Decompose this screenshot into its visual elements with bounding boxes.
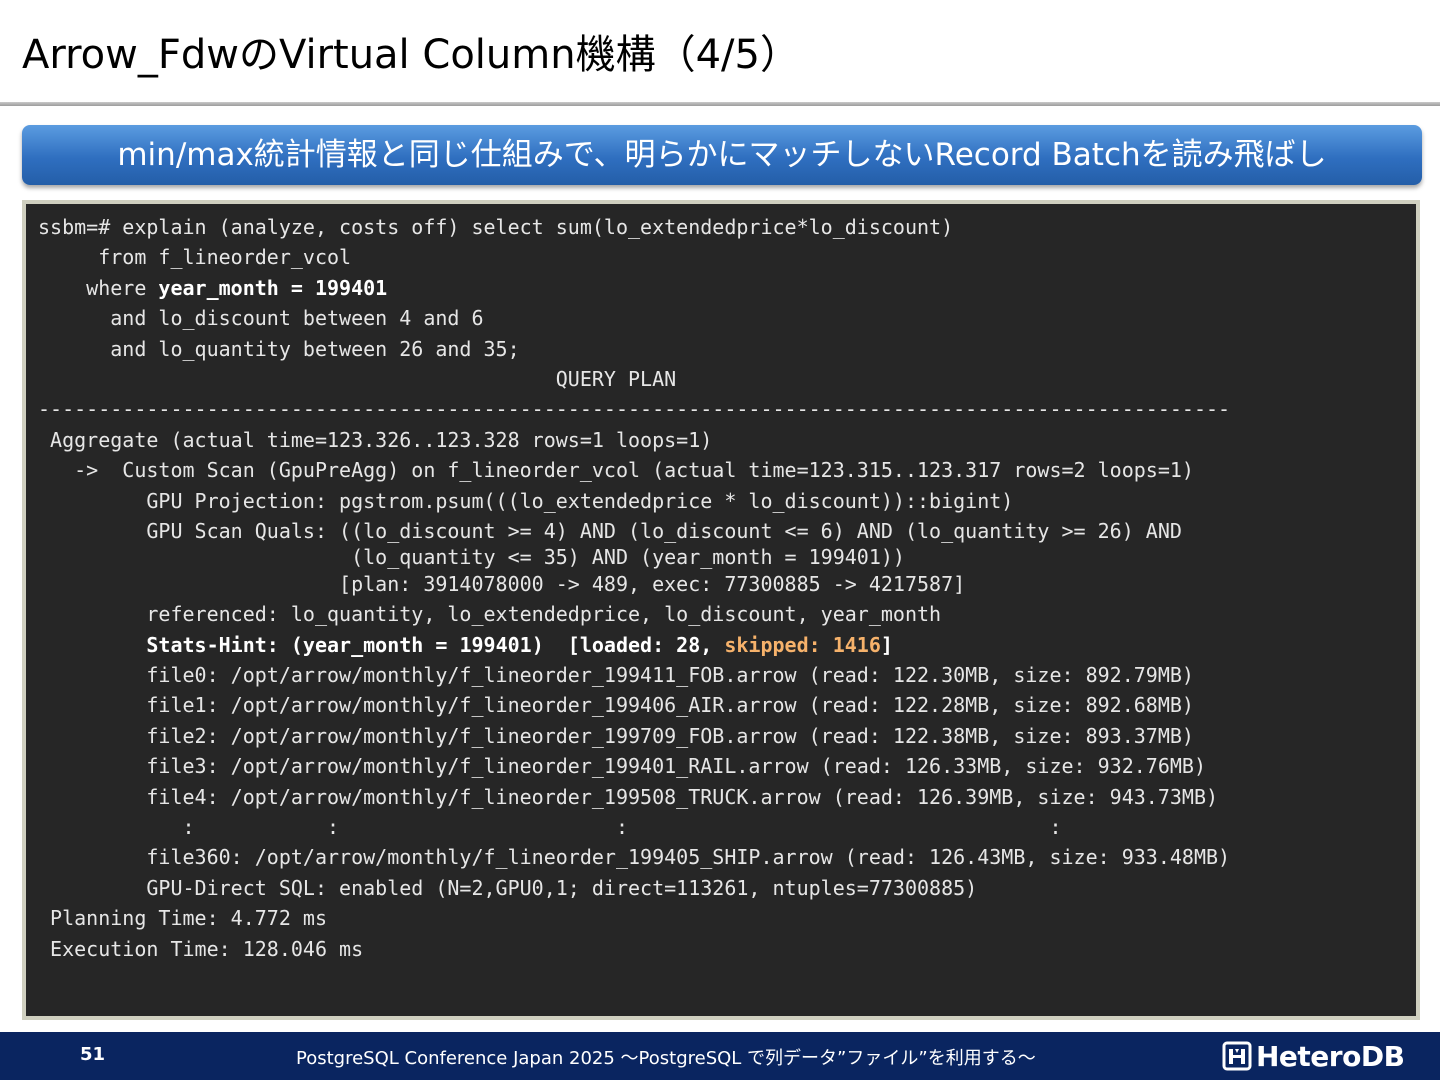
- terminal-line: file1: /opt/arrow/monthly/f_lineorder_19…: [38, 693, 1194, 718]
- terminal-line: [plan: 3914078000 -> 489, exec: 77300885…: [38, 571, 966, 596]
- terminal-line: Stats-Hint: (year_month = 199401) [loade…: [38, 630, 1230, 660]
- stats-hint-indent: [38, 633, 146, 657]
- subtitle-banner: min/max統計情報と同じ仕組みで、明らかにマッチしないRecord Batc…: [22, 125, 1422, 185]
- stats-hint-close: ]: [880, 632, 893, 657]
- terminal-line: where year_month = 199401: [38, 273, 1230, 303]
- footer-caption: PostgreSQL Conference Japan 2025 ～Postgr…: [296, 1048, 1036, 1069]
- terminal-line: file2: /opt/arrow/monthly/f_lineorder_19…: [38, 723, 1194, 748]
- terminal-line: from f_lineorder_vcol: [38, 245, 352, 270]
- stats-hint-skipped: skipped: 1416: [724, 632, 881, 657]
- terminal-line: Aggregate (actual time=123.326..123.328 …: [38, 427, 713, 452]
- logo-text: HeteroDB: [1256, 1039, 1405, 1073]
- terminal-window: ssbm=# explain (analyze, costs off) sele…: [22, 200, 1420, 1020]
- terminal-line: GPU Projection: pgstrom.psum(((lo_extend…: [38, 488, 1014, 513]
- where-highlight: year_month = 199401: [158, 275, 388, 300]
- terminal-line: ----------------------------------------…: [38, 397, 1231, 422]
- page-number: 51: [80, 1044, 106, 1065]
- terminal-line: GPU-Direct SQL: enabled (N=2,GPU0,1; dir…: [38, 875, 978, 900]
- terminal-line: and lo_discount between 4 and 6: [38, 306, 484, 331]
- terminal-line: ssbm=# explain (analyze, costs off) sele…: [38, 215, 954, 239]
- terminal-line: file360: /opt/arrow/monthly/f_lineorder_…: [38, 845, 1231, 870]
- terminal-line: QUERY PLAN: [38, 366, 677, 391]
- terminal-line: GPU Scan Quals: ((lo_discount >= 4) AND …: [38, 518, 1182, 543]
- terminal-line: (lo_quantity <= 35) AND (year_month = 19…: [38, 545, 905, 570]
- terminal-line: Execution Time: 128.046 ms: [38, 936, 364, 961]
- heterodb-logo-icon: [1222, 1041, 1252, 1071]
- where-keyword: where: [38, 275, 159, 300]
- terminal-line: -> Custom Scan (GpuPreAgg) on f_lineorde…: [38, 458, 1194, 483]
- terminal-line: : : : :: [38, 815, 1062, 840]
- terminal-line: referenced: lo_quantity, lo_extendedpric…: [38, 602, 942, 627]
- company-logo: HeteroDB: [1222, 1039, 1405, 1073]
- title-divider: [0, 102, 1440, 106]
- terminal-line: file3: /opt/arrow/monthly/f_lineorder_19…: [38, 754, 1206, 779]
- terminal-line: file4: /opt/arrow/monthly/f_lineorder_19…: [38, 784, 1219, 809]
- slide-title: Arrow_FdwのVirtual Column機構（4/5）: [22, 32, 800, 78]
- query-plan-output: ssbm=# explain (analyze, costs off) sele…: [38, 212, 1230, 964]
- footer-bar: 51 PostgreSQL Conference Japan 2025 ～Pos…: [0, 1032, 1440, 1080]
- terminal-line: Planning Time: 4.772 ms: [38, 906, 327, 931]
- terminal-line: and lo_quantity between 26 and 35;: [38, 336, 520, 361]
- terminal-line: file0: /opt/arrow/monthly/f_lineorder_19…: [38, 663, 1194, 688]
- stats-hint-label: Stats-Hint: (year_month = 199401) [loade…: [146, 632, 725, 657]
